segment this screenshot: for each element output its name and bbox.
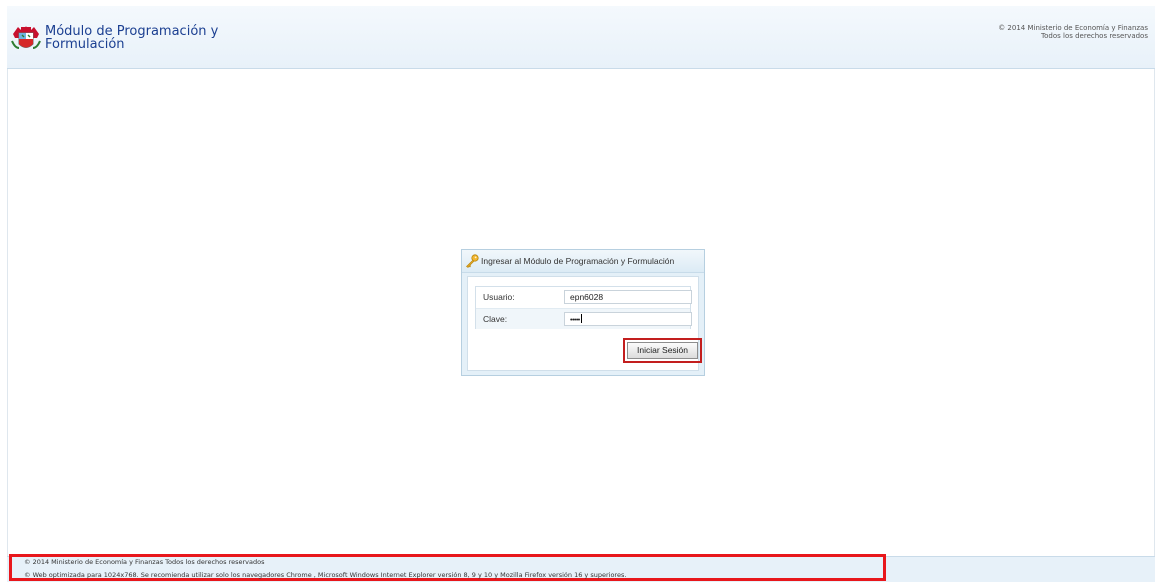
user-row: Usuario: epn6028 (476, 287, 692, 307)
password-label: Clave: (483, 314, 508, 324)
key-icon (466, 254, 479, 268)
main-content: Ingresar al Módulo de Programación y For… (7, 69, 1155, 556)
login-button[interactable]: Iniciar Sesión (627, 342, 698, 359)
peru-coat-of-arms-icon (11, 26, 41, 49)
app-title: Módulo de Programación y Formulación (45, 25, 265, 51)
login-panel-header: Ingresar al Módulo de Programación y For… (462, 250, 704, 273)
login-panel-title: Ingresar al Módulo de Programación y For… (481, 256, 675, 266)
password-input[interactable]: ••••• (564, 312, 692, 326)
footer-browser-note: © Web optimizada para 1024x768. Se recom… (24, 571, 627, 579)
app-frame: Módulo de Programación y Formulación © 2… (7, 6, 1155, 582)
login-panel: Ingresar al Módulo de Programación y For… (461, 249, 705, 376)
user-label: Usuario: (483, 292, 515, 302)
user-input[interactable]: epn6028 (564, 290, 692, 304)
password-row: Clave: ••••• (476, 308, 692, 329)
login-button-highlight: Iniciar Sesión (623, 338, 702, 363)
text-caret (580, 314, 582, 323)
header-bar: Módulo de Programación y Formulación © 2… (7, 6, 1155, 69)
header-copyright-line2: Todos los derechos reservados (1041, 32, 1148, 40)
password-value: ••••• (570, 317, 580, 324)
app-title-line2: Formulación (45, 37, 125, 52)
header-copyright-line1: © 2014 Ministerio de Economía y Finanzas (998, 24, 1148, 32)
header-copyright: © 2014 Ministerio de Economía y Finanzas… (998, 24, 1148, 40)
footer-copyright: © 2014 Ministerio de Economía y Finanzas… (24, 558, 265, 566)
login-fields: Usuario: epn6028 Clave: ••••• (475, 286, 692, 329)
login-form: Usuario: epn6028 Clave: ••••• Iniciar Se… (467, 276, 702, 371)
